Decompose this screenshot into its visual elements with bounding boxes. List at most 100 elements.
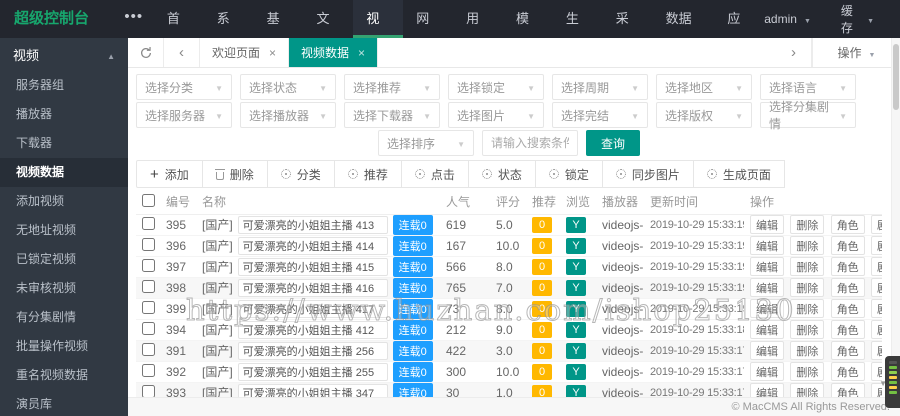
- delete-button[interactable]: 删除: [790, 236, 825, 255]
- serial-badge[interactable]: 连载0: [392, 340, 433, 360]
- recommend-badge[interactable]: 0: [532, 342, 552, 359]
- serial-badge[interactable]: 连载0: [392, 235, 433, 255]
- sidebar-item[interactable]: 已锁定视频: [0, 245, 128, 274]
- role-button[interactable]: 角色: [830, 362, 865, 381]
- nav-item[interactable]: 文章: [303, 0, 353, 64]
- refresh-button[interactable]: [128, 38, 164, 67]
- toolbar-button[interactable]: 同步图片: [601, 160, 694, 188]
- edit-button[interactable]: 编辑: [750, 236, 784, 255]
- recommend-badge[interactable]: 0: [532, 300, 552, 317]
- recommend-badge[interactable]: 0: [532, 216, 552, 233]
- filter-select[interactable]: 选择锁定: [448, 74, 544, 100]
- toolbar-button[interactable]: 推荐: [333, 160, 402, 188]
- delete-button[interactable]: 删除: [790, 215, 825, 234]
- cache-menu[interactable]: 缓存: [841, 2, 874, 36]
- row-checkbox[interactable]: [142, 384, 155, 398]
- edit-button[interactable]: 编辑: [750, 215, 784, 234]
- edit-button[interactable]: 编辑: [750, 299, 784, 318]
- toolbar-button[interactable]: 状态: [467, 160, 536, 188]
- toolbar-button[interactable]: 生成页面: [692, 160, 785, 188]
- nav-item[interactable]: 数据库: [653, 0, 715, 64]
- row-checkbox[interactable]: [142, 279, 155, 293]
- nav-item[interactable]: 采集: [603, 0, 653, 64]
- plot-button[interactable]: 剧情: [871, 236, 882, 255]
- nav-item[interactable]: 网址: [403, 0, 453, 64]
- filter-select[interactable]: 选择分类: [136, 74, 232, 100]
- name-input[interactable]: [237, 299, 388, 318]
- nav-item[interactable]: 首页: [154, 0, 204, 64]
- browse-badge[interactable]: Y: [566, 258, 586, 275]
- recommend-badge[interactable]: 0: [532, 258, 552, 275]
- sidebar-item[interactable]: 视频数据: [0, 158, 128, 187]
- recommend-badge[interactable]: 0: [532, 237, 552, 254]
- name-input[interactable]: [237, 278, 388, 297]
- serial-badge[interactable]: 连载0: [392, 214, 433, 234]
- plot-button[interactable]: 剧情: [871, 215, 882, 234]
- recommend-badge[interactable]: 0: [532, 279, 552, 296]
- toolbar-button[interactable]: 分类: [266, 160, 335, 188]
- plot-button[interactable]: 剧情: [871, 341, 882, 360]
- role-button[interactable]: 角色: [830, 341, 865, 360]
- filter-select[interactable]: 选择推荐: [344, 74, 440, 100]
- search-input[interactable]: [482, 130, 578, 156]
- browse-badge[interactable]: Y: [566, 216, 586, 233]
- edit-button[interactable]: 编辑: [750, 257, 784, 276]
- browse-badge[interactable]: Y: [566, 300, 586, 317]
- plot-button[interactable]: 剧情: [871, 278, 882, 297]
- role-button[interactable]: 角色: [830, 215, 865, 234]
- nav-item[interactable]: 系统: [204, 0, 254, 64]
- delete-button[interactable]: 删除: [790, 341, 825, 360]
- sidebar-item[interactable]: 添加视频: [0, 187, 128, 216]
- plot-button[interactable]: 剧情: [871, 257, 882, 276]
- plot-button[interactable]: 剧情: [871, 320, 882, 339]
- filter-select[interactable]: 选择图片: [448, 102, 544, 128]
- extension-widget[interactable]: [885, 356, 900, 408]
- role-button[interactable]: 角色: [830, 299, 865, 318]
- role-button[interactable]: 角色: [830, 278, 865, 297]
- select-all-checkbox[interactable]: [142, 193, 155, 207]
- edit-button[interactable]: 编辑: [750, 320, 784, 339]
- filter-select[interactable]: 选择版权: [656, 102, 752, 128]
- filter-select[interactable]: 选择服务器: [136, 102, 232, 128]
- sidebar-section-video[interactable]: 视频: [0, 38, 128, 71]
- nav-item[interactable]: 模版: [503, 0, 553, 64]
- serial-badge[interactable]: 连载0: [392, 298, 433, 318]
- row-checkbox[interactable]: [142, 363, 155, 377]
- serial-badge[interactable]: 连载0: [392, 319, 433, 339]
- browse-badge[interactable]: Y: [566, 363, 586, 380]
- tab-operations-dropdown[interactable]: 操作: [812, 38, 900, 67]
- name-input[interactable]: [237, 320, 388, 339]
- edit-button[interactable]: 编辑: [750, 278, 784, 297]
- recommend-badge[interactable]: 0: [532, 363, 552, 380]
- tabs-scroll-left-button[interactable]: ‹: [164, 38, 200, 67]
- row-checkbox[interactable]: [142, 258, 155, 272]
- row-checkbox[interactable]: [142, 237, 155, 251]
- browse-badge[interactable]: Y: [566, 321, 586, 338]
- scrollbar-thumb[interactable]: [893, 44, 899, 110]
- name-input[interactable]: [237, 215, 388, 234]
- filter-select[interactable]: 选择状态: [240, 74, 336, 100]
- close-icon[interactable]: [269, 46, 276, 60]
- sidebar-item[interactable]: 演员库: [0, 390, 128, 416]
- delete-button[interactable]: 删除: [790, 278, 825, 297]
- serial-badge[interactable]: 连载0: [392, 361, 433, 381]
- filter-select[interactable]: 选择周期: [552, 74, 648, 100]
- delete-button[interactable]: 删除: [790, 362, 825, 381]
- browse-badge[interactable]: Y: [566, 342, 586, 359]
- name-input[interactable]: [237, 236, 388, 255]
- row-checkbox[interactable]: [142, 300, 155, 314]
- sidebar-item[interactable]: 有分集剧情: [0, 303, 128, 332]
- toolbar-button[interactable]: 删除: [201, 160, 268, 188]
- edit-button[interactable]: 编辑: [750, 341, 784, 360]
- nav-item[interactable]: 用户: [453, 0, 503, 64]
- filter-select[interactable]: 选择播放器: [240, 102, 336, 128]
- sidebar-item[interactable]: 无地址视频: [0, 216, 128, 245]
- nav-item[interactable]: 应用: [714, 0, 764, 64]
- query-button[interactable]: 查询: [586, 130, 640, 156]
- name-input[interactable]: [237, 257, 388, 276]
- more-menu-icon[interactable]: •••: [114, 0, 154, 38]
- row-checkbox[interactable]: [142, 342, 155, 356]
- nav-item[interactable]: 基础: [254, 0, 304, 64]
- sidebar-item[interactable]: 未审核视频: [0, 274, 128, 303]
- scrollbar[interactable]: [891, 38, 900, 397]
